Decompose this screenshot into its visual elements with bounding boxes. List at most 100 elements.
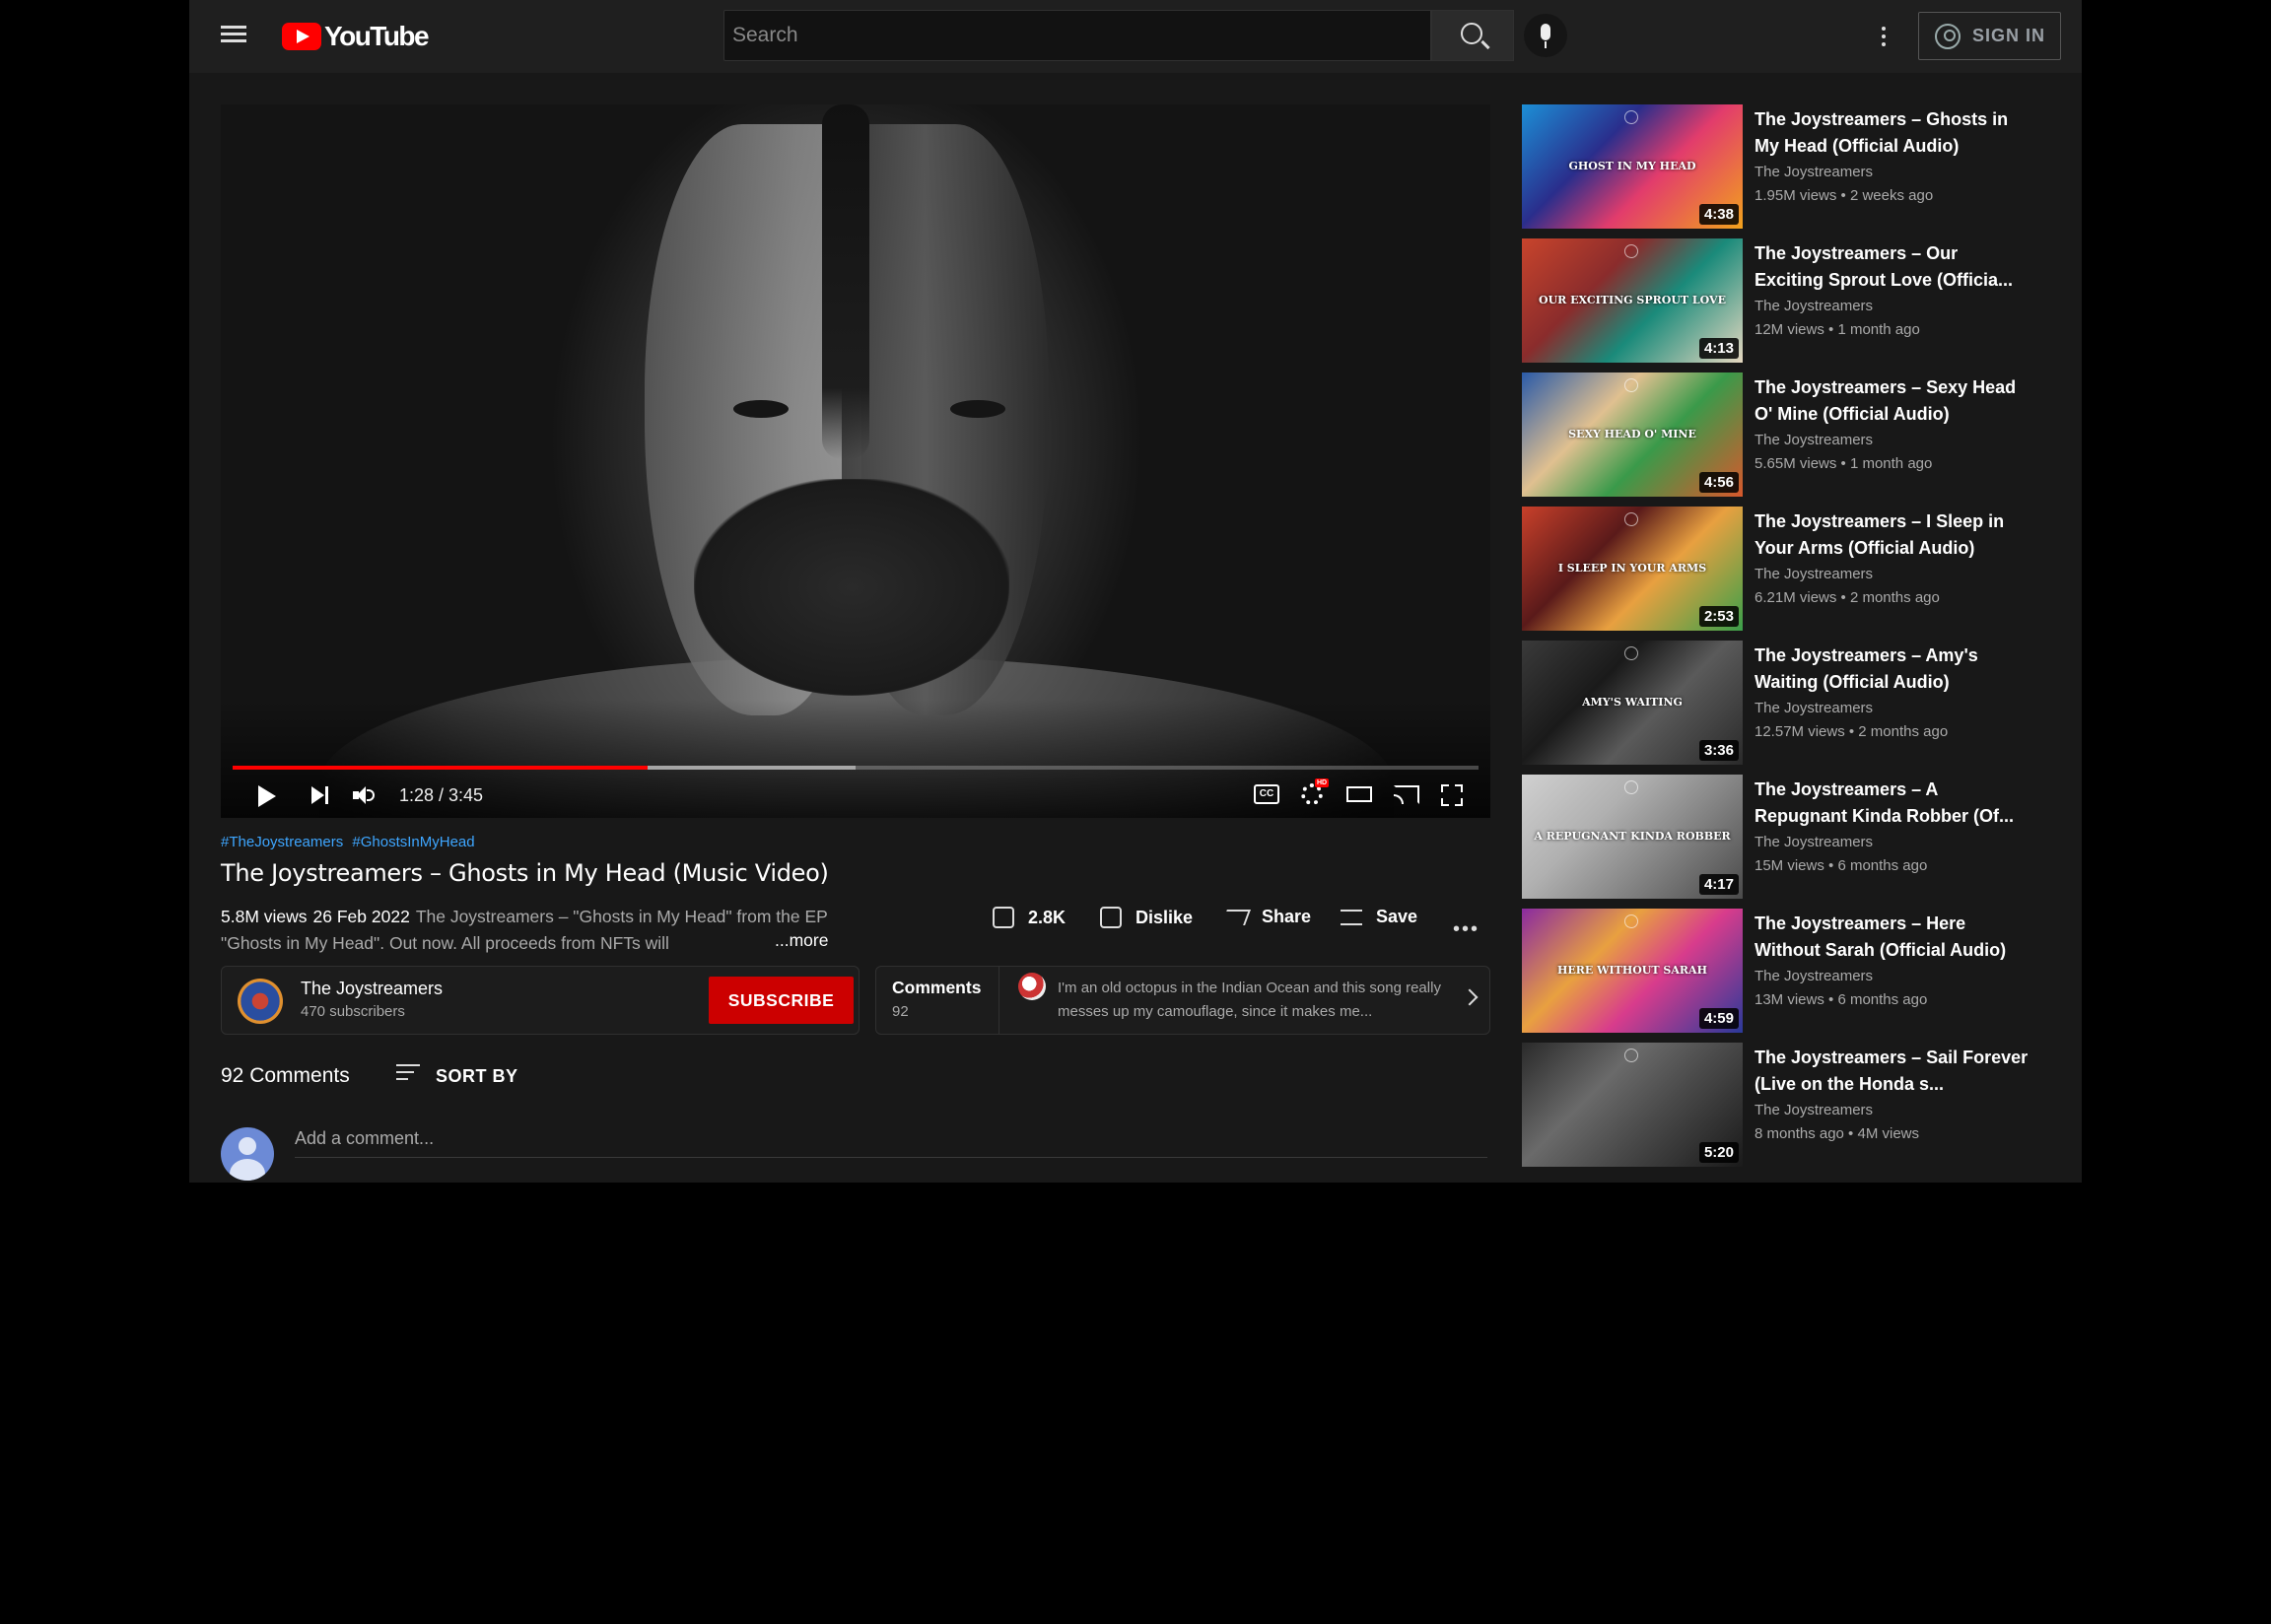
show-more-link[interactable]: ...more [775, 930, 828, 951]
youtube-logo[interactable]: YouTube [282, 21, 430, 51]
hashtags: #TheJoystreamers #GhostsInMyHead [221, 834, 480, 850]
recommended-video[interactable]: OUR EXCITING SPROUT LOVE 4:13 The Joystrea… [1522, 238, 2054, 365]
recommended-video[interactable]: GHOST IN MY HEAD 4:38 The Joystreamers – G… [1522, 104, 2054, 231]
recommended-video[interactable]: AMY'S WAITING 3:36 The Joystreamers – Amy'… [1522, 641, 2054, 767]
comments-teaser[interactable]: Comments 92 I'm an old octopus in the In… [875, 966, 1490, 1035]
recommended-channel-name: The Joystreamers [1755, 432, 1874, 448]
video-player[interactable]: 1:28 / 3:45 CC HD [221, 104, 1490, 818]
video-thumbnail[interactable]: SEXY HEAD O' MINE 4:56 [1522, 372, 1743, 497]
recommended-video-title[interactable]: The Joystreamers – Our Exciting Sprout L… [1755, 240, 2030, 294]
thumbnail-title: GHOST IN MY HEAD [1568, 160, 1696, 172]
recommended-video[interactable]: I SLEEP IN YOUR ARMS 2:53 The Joystreamers… [1522, 507, 2054, 633]
subscriber-count: 470 subscribers [301, 1003, 405, 1020]
comments-teaser-label: Comments [892, 978, 982, 997]
search-input[interactable]: Search [723, 10, 1431, 61]
dislike-button[interactable]: Dislike [1100, 907, 1193, 928]
theater-mode-icon[interactable] [1346, 786, 1372, 802]
browser-window: YouTube Search SIGN IN 1:28 / 3:45 CC HD… [189, 0, 2082, 1183]
hashtag-link[interactable]: #TheJoystreamers [221, 834, 343, 850]
thumbnail-title: AMY'S WAITING [1582, 696, 1683, 709]
sign-in-button[interactable]: SIGN IN [1918, 12, 2061, 60]
recommended-video[interactable]: A REPUGNANT KINDA ROBBER 4:17 The Joystrea… [1522, 775, 2054, 901]
recommended-channel-name: The Joystreamers [1755, 566, 1874, 582]
sort-by-button[interactable]: SORT BY [436, 1066, 518, 1087]
channel-card: The Joystreamers 470 subscribers SUBSCRI… [221, 966, 860, 1035]
save-label: Save [1376, 907, 1418, 926]
video-duration: 4:38 [1698, 204, 1739, 225]
subscribe-button[interactable]: SUBSCRIBE [709, 977, 854, 1024]
recommended-channel-name: The Joystreamers [1755, 968, 1874, 984]
recommended-video-meta: 15M views • 6 months ago [1755, 857, 1928, 874]
recommended-video-title[interactable]: The Joystreamers – Here Without Sarah (O… [1755, 911, 2030, 964]
search-button[interactable] [1431, 10, 1514, 61]
recommended-video-meta: 12M views • 1 month ago [1755, 321, 1920, 338]
hashtag-link[interactable]: #GhostsInMyHead [352, 834, 474, 850]
next-icon[interactable] [311, 786, 324, 804]
video-duration: 4:17 [1698, 874, 1739, 895]
recommended-video-title[interactable]: The Joystreamers – Sexy Head O' Mine (Of… [1755, 374, 2030, 428]
thumbnail-title: OUR EXCITING SPROUT LOVE [1539, 294, 1726, 306]
share-arrow-icon [1221, 909, 1251, 925]
recommended-video-meta: 6.21M views • 2 months ago [1755, 589, 1940, 606]
thumbnail-title: A REPUGNANT KINDA ROBBER [1534, 830, 1731, 843]
like-button[interactable]: 2.8K [993, 907, 1066, 928]
band-logo-icon [1624, 244, 1638, 258]
band-logo-icon [1624, 780, 1638, 794]
recommended-video-title[interactable]: The Joystreamers – A Repugnant Kinda Rob… [1755, 777, 2030, 830]
volume-icon[interactable] [353, 786, 375, 804]
recommended-channel-name: The Joystreamers [1755, 1102, 1874, 1118]
video-title: The Joystreamers – Ghosts in My Head (Mu… [221, 859, 829, 887]
more-actions-icon[interactable]: ••• [1453, 918, 1480, 941]
subtitles-icon[interactable]: CC [1254, 784, 1279, 804]
fullscreen-icon[interactable] [1441, 784, 1463, 806]
logo-text: YouTube [324, 21, 430, 51]
channel-avatar[interactable] [238, 979, 283, 1024]
video-thumbnail[interactable]: OUR EXCITING SPROUT LOVE 4:13 [1522, 238, 1743, 363]
recommended-video[interactable]: HERE WITHOUT SARAH 4:59 The Joystreamers –… [1522, 909, 2054, 1035]
recommended-video[interactable]: 5:20 The Joystreamers – Sail Forever (Liv… [1522, 1043, 2054, 1169]
add-comment-input[interactable]: Add a comment... [295, 1128, 1487, 1158]
recommended-video-title[interactable]: The Joystreamers – I Sleep in Your Arms … [1755, 508, 2030, 562]
video-duration: 2:53 [1698, 606, 1739, 627]
video-thumbnail[interactable]: AMY'S WAITING 3:36 [1522, 641, 1743, 765]
user-avatar [221, 1127, 274, 1181]
band-logo-icon [1624, 914, 1638, 928]
like-count: 2.8K [1028, 907, 1067, 927]
play-icon[interactable] [258, 785, 276, 807]
band-logo-icon [1624, 1049, 1638, 1062]
recommended-video-title[interactable]: The Joystreamers – Sail Forever (Live on… [1755, 1045, 2030, 1098]
video-thumbnail[interactable]: I SLEEP IN YOUR ARMS 2:53 [1522, 507, 1743, 631]
recommended-video-meta: 12.57M views • 2 months ago [1755, 723, 1949, 740]
recommended-video-title[interactable]: The Joystreamers – Ghosts in My Head (Of… [1755, 106, 2030, 160]
band-logo-icon [1624, 646, 1638, 660]
sign-in-label: SIGN IN [1972, 26, 2046, 45]
progress-bar[interactable] [233, 766, 1479, 770]
channel-name[interactable]: The Joystreamers [301, 979, 443, 999]
search-icon [1461, 23, 1482, 44]
hd-badge: HD [1315, 778, 1329, 787]
video-duration: 4:56 [1698, 472, 1739, 493]
commenter-avatar [1018, 973, 1046, 1000]
dislike-label: Dislike [1136, 907, 1194, 927]
comments-count-header: 92 Comments [221, 1064, 350, 1087]
video-thumbnail[interactable]: A REPUGNANT KINDA ROBBER 4:17 [1522, 775, 1743, 899]
thumbnail-title: I SLEEP IN YOUR ARMS [1557, 562, 1707, 575]
hamburger-menu-icon[interactable] [219, 22, 248, 51]
voice-search-button[interactable] [1524, 14, 1567, 57]
settings-more-icon[interactable] [1879, 24, 1889, 49]
save-button[interactable]: Save [1341, 907, 1417, 927]
playlist-add-icon [1341, 909, 1362, 925]
view-count: 5.8M views [221, 907, 308, 926]
video-thumbnail[interactable]: GHOST IN MY HEAD 4:38 [1522, 104, 1743, 229]
video-thumbnail[interactable]: 5:20 [1522, 1043, 1743, 1167]
recommended-channel-name: The Joystreamers [1755, 298, 1874, 314]
recommended-video-meta: 5.65M views • 1 month ago [1755, 455, 1933, 472]
video-duration: 4:13 [1698, 338, 1739, 359]
video-description[interactable]: 5.8M views 26 Feb 2022 The Joystreamers – … [221, 904, 852, 957]
recommended-video[interactable]: SEXY HEAD O' MINE 4:56 The Joystreamers – … [1522, 372, 2054, 499]
sort-icon[interactable] [396, 1064, 420, 1084]
thumbnail-title: HERE WITHOUT SARAH [1557, 964, 1707, 977]
share-button[interactable]: Share [1221, 907, 1311, 927]
recommended-video-title[interactable]: The Joystreamers – Amy's Waiting (Offici… [1755, 643, 2030, 696]
video-thumbnail[interactable]: HERE WITHOUT SARAH 4:59 [1522, 909, 1743, 1033]
